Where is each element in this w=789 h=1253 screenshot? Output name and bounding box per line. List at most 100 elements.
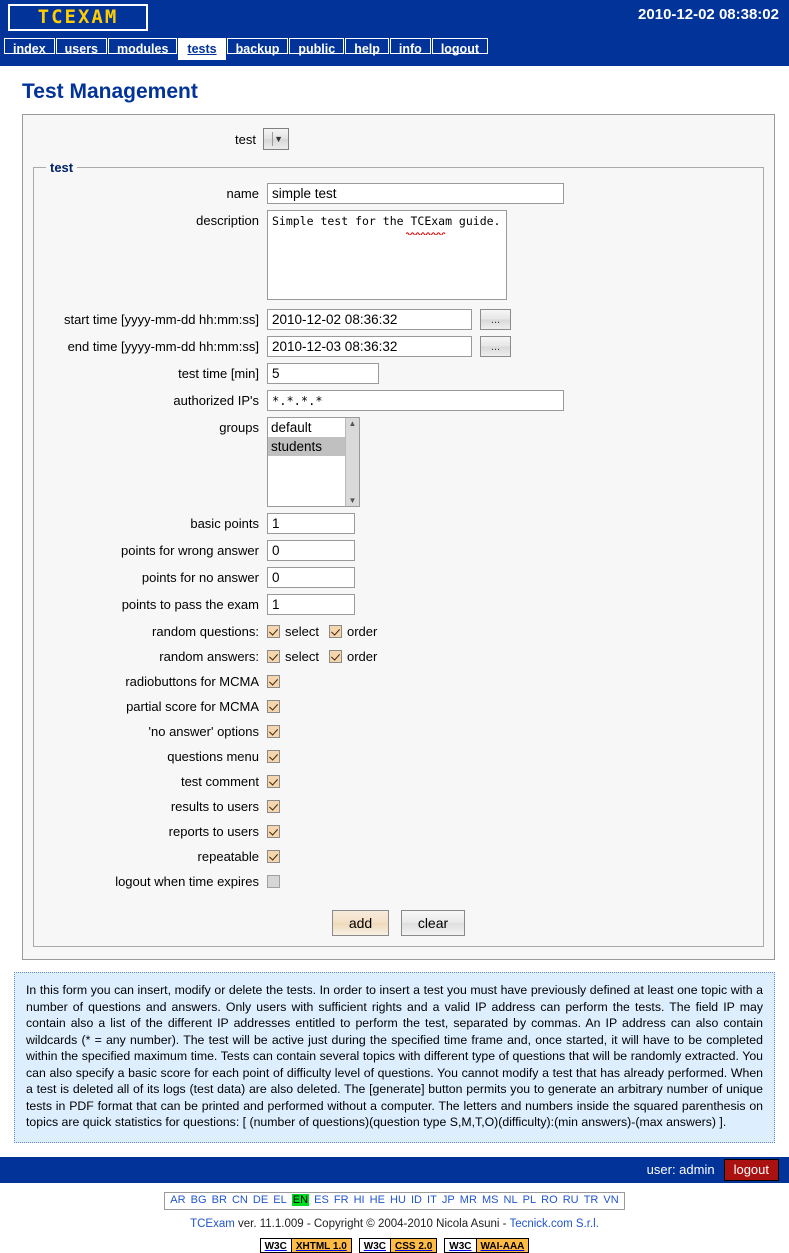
no-answer-points-input[interactable] bbox=[267, 567, 355, 588]
badge-wai[interactable]: W3C WAI-AAA bbox=[444, 1237, 530, 1253]
logout-time-expires-checkbox[interactable] bbox=[267, 875, 280, 888]
end-time-label: end time [yyyy-mm-dd hh:mm:ss] bbox=[67, 339, 259, 354]
badge-xhtml[interactable]: W3C XHTML 1.0 bbox=[259, 1237, 352, 1253]
start-time-label: start time [yyyy-mm-dd hh:mm:ss] bbox=[63, 312, 259, 327]
nav-link-backup[interactable]: backup bbox=[226, 38, 289, 56]
language-link-br[interactable]: BR bbox=[212, 1194, 227, 1206]
reports-to-users-checkbox[interactable] bbox=[267, 825, 280, 838]
scroll-down-icon[interactable]: ▼ bbox=[349, 496, 357, 505]
copyright-text: ver. 11.1.009 - Copyright © 2004-2010 Ni… bbox=[234, 1217, 510, 1230]
language-link-es[interactable]: ES bbox=[314, 1194, 329, 1206]
random-questions-select-checkbox[interactable] bbox=[267, 625, 280, 638]
language-link-he[interactable]: HE bbox=[370, 1194, 385, 1206]
language-link-it[interactable]: IT bbox=[427, 1194, 437, 1206]
language-link-ar[interactable]: AR bbox=[170, 1194, 185, 1206]
partial-score-mcma-checkbox[interactable] bbox=[267, 700, 280, 713]
authorized-ips-input[interactable] bbox=[267, 390, 564, 411]
current-datetime: 2010-12-02 08:38:02 bbox=[638, 6, 779, 23]
basic-points-input[interactable] bbox=[267, 513, 355, 534]
language-link-cn[interactable]: CN bbox=[232, 1194, 248, 1206]
test-comment-checkbox[interactable] bbox=[267, 775, 280, 788]
clear-button[interactable]: clear bbox=[400, 910, 466, 936]
random-answers-select-checkbox[interactable] bbox=[267, 650, 280, 663]
language-link-hi[interactable]: HI bbox=[354, 1194, 365, 1206]
language-link-ro[interactable]: RO bbox=[541, 1194, 558, 1206]
language-link-vn[interactable]: VN bbox=[603, 1194, 618, 1206]
logout-time-expires-control bbox=[267, 871, 757, 888]
tecnick-link[interactable]: Tecnick.com S.r.l. bbox=[509, 1218, 598, 1230]
language-link-en[interactable]: EN bbox=[291, 1193, 310, 1206]
questions-menu-checkbox[interactable] bbox=[267, 750, 280, 763]
nav-link-modules[interactable]: modules bbox=[108, 38, 178, 56]
footer-logout-button[interactable]: logout bbox=[723, 1158, 779, 1181]
language-link-hu[interactable]: HU bbox=[390, 1194, 406, 1206]
tcexam-logo-text: TCEXAM bbox=[37, 6, 119, 28]
radiobuttons-mcma-checkbox[interactable] bbox=[267, 675, 280, 688]
end-time-control: ... bbox=[267, 336, 757, 357]
badge-css-right: CSS 2.0 bbox=[390, 1238, 437, 1252]
language-link-bg[interactable]: BG bbox=[191, 1194, 207, 1206]
nav-link-tests[interactable]: tests bbox=[178, 38, 226, 60]
basic-points-label: basic points bbox=[190, 516, 259, 531]
nav-link-info[interactable]: info bbox=[389, 38, 431, 56]
tcexam-link[interactable]: TCExam bbox=[190, 1218, 235, 1230]
field-row-end-time: end time [yyyy-mm-dd hh:mm:ss] ... bbox=[40, 336, 757, 357]
language-link-pl[interactable]: PL bbox=[523, 1194, 536, 1206]
results-to-users-checkbox[interactable] bbox=[267, 800, 280, 813]
language-link-el[interactable]: EL bbox=[273, 1194, 286, 1206]
nav-link-logout[interactable]: logout bbox=[431, 38, 488, 56]
add-button[interactable]: add bbox=[331, 910, 390, 936]
random-answers-control: select order bbox=[267, 646, 757, 665]
start-time-picker-button[interactable]: ... bbox=[480, 309, 511, 330]
language-link-id[interactable]: ID bbox=[411, 1194, 422, 1206]
questions-menu-control bbox=[267, 746, 757, 763]
groups-option-default[interactable]: default bbox=[268, 418, 345, 437]
language-link-ms[interactable]: MS bbox=[482, 1194, 499, 1206]
pass-points-input[interactable] bbox=[267, 594, 355, 615]
groups-scrollbar[interactable]: ▲ ▼ bbox=[345, 418, 359, 506]
nav-item-logout: logout bbox=[431, 38, 488, 64]
language-link-jp[interactable]: JP bbox=[442, 1194, 455, 1206]
test-comment-label: test comment bbox=[180, 774, 259, 789]
field-row-results-to-users: results to users bbox=[40, 796, 757, 815]
wrong-answer-points-input[interactable] bbox=[267, 540, 355, 561]
badge-css[interactable]: W3C CSS 2.0 bbox=[358, 1237, 438, 1253]
groups-option-students[interactable]: students bbox=[268, 437, 345, 456]
language-link-ru[interactable]: RU bbox=[563, 1194, 579, 1206]
field-row-groups: groups default students ▲ ▼ bbox=[40, 417, 757, 507]
repeatable-checkbox[interactable] bbox=[267, 850, 280, 863]
test-time-input[interactable] bbox=[267, 363, 379, 384]
radiobuttons-mcma-control bbox=[267, 671, 757, 688]
basic-points-control bbox=[267, 513, 757, 534]
field-row-wrong-answer-points: points for wrong answer bbox=[40, 540, 757, 561]
end-time-input[interactable] bbox=[267, 336, 472, 357]
field-row-repeatable: repeatable bbox=[40, 846, 757, 865]
nav-link-index[interactable]: index bbox=[4, 38, 55, 56]
nav-link-help[interactable]: help bbox=[345, 38, 389, 56]
end-time-picker-button[interactable]: ... bbox=[480, 336, 511, 357]
scroll-up-icon[interactable]: ▲ bbox=[349, 419, 357, 428]
field-row-radiobuttons-mcma: radiobuttons for MCMA bbox=[40, 671, 757, 690]
description-textarea[interactable]: Simple test for the TCExam guide. bbox=[267, 210, 507, 300]
groups-listbox[interactable]: default students ▲ ▼ bbox=[267, 417, 360, 507]
random-answers-order-checkbox[interactable] bbox=[328, 650, 342, 663]
language-link-de[interactable]: DE bbox=[253, 1194, 268, 1206]
name-input[interactable] bbox=[267, 183, 564, 204]
language-link-tr[interactable]: TR bbox=[584, 1194, 599, 1206]
field-row-reports-to-users: reports to users bbox=[40, 821, 757, 840]
groups-control: default students ▲ ▼ bbox=[267, 417, 757, 507]
language-link-nl[interactable]: NL bbox=[504, 1194, 518, 1206]
random-questions-order-checkbox[interactable] bbox=[328, 625, 342, 638]
no-answer-options-checkbox[interactable] bbox=[267, 725, 280, 738]
language-link-fr[interactable]: FR bbox=[334, 1194, 349, 1206]
nav-link-public[interactable]: public bbox=[289, 38, 345, 56]
no-answer-options-control bbox=[267, 721, 757, 738]
language-link-mr[interactable]: MR bbox=[460, 1194, 477, 1206]
badge-xhtml-right: XHTML 1.0 bbox=[290, 1238, 351, 1252]
test-time-control bbox=[267, 363, 757, 384]
field-row-logout-time-expires: logout when time expires bbox=[40, 871, 757, 890]
pass-points-label: points to pass the exam bbox=[121, 597, 259, 612]
start-time-input[interactable] bbox=[267, 309, 472, 330]
test-select-dropdown[interactable]: ▼ bbox=[263, 128, 289, 150]
nav-link-users[interactable]: users bbox=[55, 38, 108, 56]
